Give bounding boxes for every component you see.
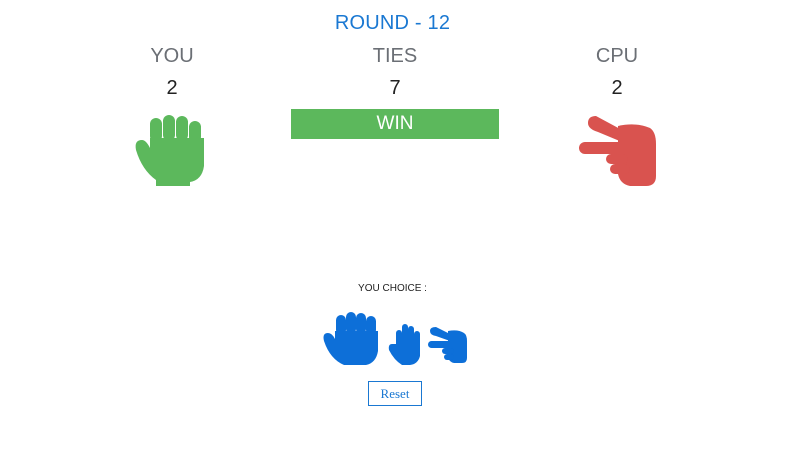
ties-score: 7 [389, 77, 401, 99]
choose-paper-icon[interactable] [388, 324, 424, 371]
ties-score-panel: TIES 7 [345, 45, 445, 100]
cpu-label: CPU [595, 45, 639, 67]
choice-bar [322, 311, 472, 367]
reset-button[interactable]: Reset [368, 381, 422, 406]
cpu-score-panel: CPU 2 [567, 45, 667, 100]
you-score-panel: YOU 2 [122, 45, 222, 100]
result-banner: WIN [291, 109, 499, 139]
you-score: 2 [166, 77, 178, 99]
choose-scissors-icon[interactable] [428, 326, 468, 369]
ties-label: TIES [372, 45, 418, 67]
choose-rock-icon[interactable] [322, 311, 382, 372]
choice-prompt: YOU CHOICE : [358, 283, 427, 294]
cpu-hand-scissors-icon [578, 114, 658, 193]
round-title: ROUND - 12 [334, 12, 451, 34]
cpu-score: 2 [611, 77, 623, 99]
you-label: YOU [150, 45, 194, 67]
you-hand-rock-icon [134, 114, 214, 193]
